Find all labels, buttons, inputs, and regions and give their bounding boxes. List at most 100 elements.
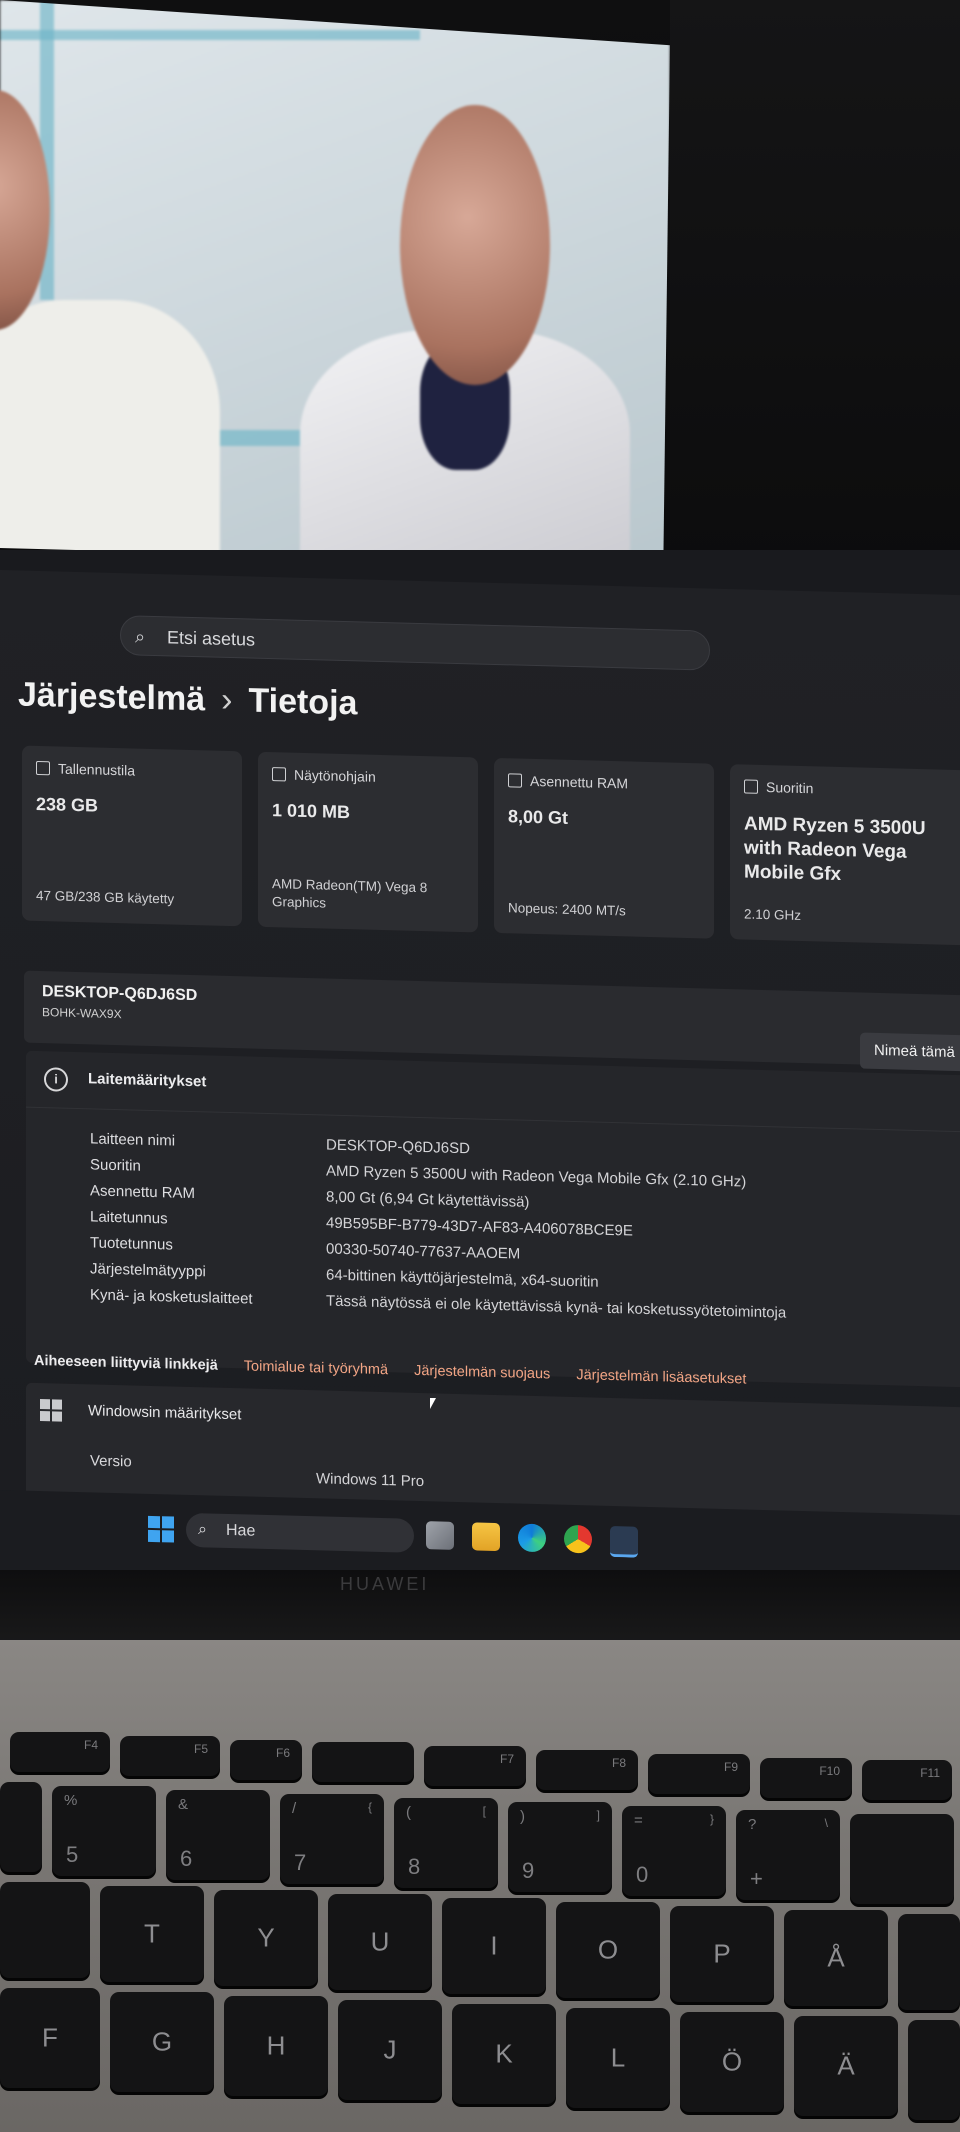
processor-card-sub: 2.10 GHz <box>744 906 802 923</box>
key-f8[interactable]: F8 <box>536 1750 638 1790</box>
key-f9[interactable]: F9 <box>648 1754 750 1794</box>
key-enter[interactable] <box>908 2020 960 2120</box>
spec-key: Suoritin <box>90 1156 141 1175</box>
key-caret[interactable] <box>898 1914 960 2010</box>
spec-value: Tässä näytössä ei ole käytettävissä kynä… <box>326 1292 787 1322</box>
key-f5[interactable]: F5 <box>120 1736 220 1776</box>
file-explorer-icon[interactable] <box>472 1522 500 1552</box>
device-header-panel: DESKTOP-Q6DJ6SD BOHK-WAX9X Nimeä tämä <box>24 970 960 1072</box>
search-icon: ⌕ <box>135 626 146 647</box>
key-6[interactable]: & 6 <box>166 1790 270 1880</box>
key-8[interactable]: ([8 <box>394 1798 498 1888</box>
keyboard-deck: F4 F5 F6 F7 F8 F9 F10 F11 % 5 & 6 /{7 ([8 … <box>0 1640 960 2132</box>
key-i[interactable]: I <box>442 1898 546 1994</box>
key-f6[interactable]: F6 <box>230 1740 302 1780</box>
settings-search-input[interactable]: ⌕ Etsi asetus <box>120 615 710 671</box>
rename-pc-button[interactable]: Nimeä tämä <box>860 1032 960 1072</box>
key-accent[interactable] <box>850 1814 954 1904</box>
processor-icon <box>744 779 758 794</box>
spec-value: DESKTOP-Q6DJ6SD <box>326 1136 470 1158</box>
key-h[interactable]: H <box>224 1996 328 2096</box>
tv-bezel <box>670 0 960 580</box>
start-button[interactable] <box>148 1515 174 1543</box>
windows-logo-icon <box>40 1399 62 1422</box>
key-f10[interactable]: F10 <box>760 1758 852 1798</box>
key-p[interactable]: P <box>670 1906 774 2002</box>
key-r[interactable] <box>0 1882 90 1978</box>
device-model: BOHK-WAX9X <box>42 1005 122 1022</box>
link-system-protection[interactable]: Järjestelmän suojaus <box>414 1363 550 1383</box>
ram-card-label: Asennettu RAM <box>530 772 629 792</box>
settings-search-placeholder: Etsi asetus <box>167 627 256 650</box>
link-domain-workgroup[interactable]: Toimialue tai työryhmä <box>244 1358 388 1378</box>
laptop-brand-logo: HUAWEI <box>340 1574 430 1594</box>
processor-card-label: Suoritin <box>766 779 814 797</box>
key-l[interactable]: L <box>566 2008 670 2108</box>
spec-value: 00330-50740-77637-AAOEM <box>326 1240 521 1263</box>
storage-card: Tallennustila 238 GB 47 GB/238 GB käytet… <box>22 745 242 927</box>
key-a-ring[interactable]: Å <box>784 1910 888 2006</box>
person-right-head <box>400 105 550 385</box>
device-specifications-panel: i Laitemääritykset Laitteen nimi DESKTOP-… <box>26 1050 960 1388</box>
key-o[interactable]: O <box>556 1902 660 1998</box>
taskbar-search[interactable]: ⌕ Hae <box>186 1512 414 1553</box>
breadcrumb: Järjestelmä › Tietoja <box>18 675 357 723</box>
key-o-umlaut[interactable]: Ö <box>680 2012 784 2112</box>
key-f[interactable]: F <box>0 1988 100 2088</box>
gpu-card-value: 1 010 MB <box>272 800 351 823</box>
key-k[interactable]: K <box>452 2004 556 2104</box>
settings-gear-icon[interactable] <box>610 1525 638 1558</box>
chrome-browser-icon[interactable] <box>564 1524 592 1554</box>
laptop-screen: ⌕ Etsi asetus Järjestelmä › Tietoja Tallen… <box>0 550 960 1596</box>
info-icon: i <box>44 1067 68 1092</box>
key-u[interactable]: U <box>328 1894 432 1990</box>
edge-browser-icon[interactable] <box>518 1523 546 1553</box>
key-f11[interactable]: F11 <box>862 1760 952 1800</box>
tv-video-frame <box>0 0 670 565</box>
storage-icon <box>36 760 50 776</box>
tv-scene-rail <box>0 30 420 40</box>
processor-card: Suoritin AMD Ryzen 5 3500U with Radeon V… <box>730 764 960 946</box>
spec-key: Tuotetunnus <box>90 1234 173 1254</box>
gpu-card: Näytönohjain 1 010 MB AMD Radeon(TM) Veg… <box>258 751 478 933</box>
ram-card: Asennettu RAM 8,00 Gt Nopeus: 2400 MT/s <box>494 757 714 939</box>
key-screenshot[interactable] <box>312 1742 414 1782</box>
device-specifications-title: Laitemääritykset <box>88 1070 207 1091</box>
key-4[interactable] <box>0 1782 42 1872</box>
key-0[interactable]: =} 0 <box>622 1806 726 1896</box>
person-left-body <box>0 300 220 565</box>
link-advanced-system-settings[interactable]: Järjestelmän lisäasetukset <box>576 1367 746 1387</box>
key-5[interactable]: % 5 <box>52 1786 156 1876</box>
key-y[interactable]: Y <box>214 1890 318 1986</box>
breadcrumb-separator: › <box>221 680 233 720</box>
page-title: Tietoja <box>248 681 358 723</box>
spec-key: Asennettu RAM <box>90 1182 196 1203</box>
key-7[interactable]: /{7 <box>280 1794 384 1884</box>
key-g[interactable]: G <box>110 1992 214 2092</box>
edition-key: Versio <box>90 1452 132 1471</box>
key-9[interactable]: )] 9 <box>508 1802 612 1892</box>
spec-key: Laitteen nimi <box>90 1130 176 1150</box>
ram-card-sub: Nopeus: 2400 MT/s <box>508 900 626 919</box>
device-name: DESKTOP-Q6DJ6SD <box>42 983 198 1005</box>
ram-card-value: 8,00 Gt <box>508 806 569 828</box>
storage-card-value: 238 GB <box>36 793 99 816</box>
key-j[interactable]: J <box>338 2000 442 2100</box>
task-view-icon[interactable] <box>426 1521 454 1550</box>
spec-key: Laitetunnus <box>90 1208 168 1228</box>
key-plus[interactable]: ? \ + <box>736 1810 840 1900</box>
tv-background <box>0 0 960 580</box>
spec-value: 49B595BF-B779-43D7-AF83-A406078BCE9E <box>326 1214 633 1240</box>
key-f7[interactable]: F7 <box>424 1746 526 1786</box>
gpu-card-label: Näytönohjain <box>294 766 376 785</box>
key-t[interactable]: T <box>100 1886 204 1982</box>
key-f4[interactable]: F4 <box>10 1732 110 1772</box>
spec-value: 64-bittinen käyttöjärjestelmä, x64-suori… <box>326 1266 599 1291</box>
key-a-umlaut[interactable]: Ä <box>794 2016 898 2116</box>
taskbar-search-label: Hae <box>226 1521 256 1540</box>
display-adapter-icon <box>272 767 286 782</box>
related-links-heading: Aiheeseen liittyviä linkkejä <box>34 1352 218 1374</box>
spec-value: AMD Ryzen 5 3500U with Radeon Vega Mobil… <box>326 1162 747 1191</box>
search-icon: ⌕ <box>198 1521 207 1539</box>
breadcrumb-parent[interactable]: Järjestelmä <box>18 675 205 718</box>
